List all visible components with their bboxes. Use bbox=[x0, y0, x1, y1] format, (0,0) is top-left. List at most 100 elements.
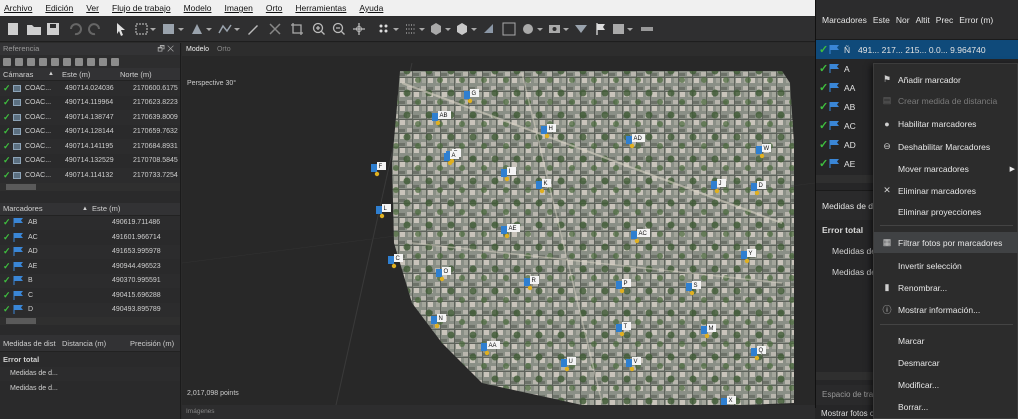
menu-delete-markers[interactable]: ✕ Eliminar marcadores bbox=[874, 180, 1018, 201]
undo-icon[interactable] bbox=[68, 22, 82, 37]
marker-row[interactable]: ✓ AD 491653.995978 bbox=[0, 244, 180, 259]
camera-row[interactable]: ✓ COAC... 490714.119964 2170623.8223 bbox=[0, 96, 180, 111]
star-icon[interactable] bbox=[51, 57, 59, 66]
menu-create-distance[interactable]: ▤ Crear medida de distancia bbox=[874, 90, 1018, 111]
check-icon[interactable]: ✓ bbox=[3, 141, 13, 152]
marker-row[interactable]: ✓ B 490370.995591 bbox=[0, 273, 180, 288]
reset-icon[interactable] bbox=[63, 57, 71, 66]
measure-row[interactable]: Medidas de d... bbox=[0, 381, 180, 396]
new-file-icon[interactable] bbox=[6, 22, 20, 37]
save-icon[interactable] bbox=[46, 22, 60, 37]
pointer-icon[interactable] bbox=[115, 22, 127, 37]
menu-flujo[interactable]: Flujo de trabajo bbox=[112, 3, 171, 13]
zoom-in-icon[interactable] bbox=[312, 22, 326, 37]
crop-icon[interactable] bbox=[290, 22, 304, 37]
navigate-icon[interactable] bbox=[352, 22, 366, 37]
open-folder-icon[interactable] bbox=[26, 22, 42, 37]
menu-herramientas[interactable]: Herramientas bbox=[295, 3, 346, 13]
check-icon[interactable]: ✓ bbox=[3, 170, 13, 181]
camera-row[interactable]: ✓ COAC... 490714.128144 2170659.7632 bbox=[0, 125, 180, 140]
menu-show-info[interactable]: ⓘ Mostrar información... bbox=[874, 299, 1018, 320]
check-icon[interactable]: ✓ bbox=[3, 304, 13, 315]
tab-ortho[interactable]: Orto bbox=[217, 46, 231, 53]
marker-flag-icon[interactable] bbox=[594, 22, 608, 37]
menu-invert-selection[interactable]: Invertir selección bbox=[874, 255, 1018, 276]
shapes-icon[interactable] bbox=[574, 22, 588, 37]
textured-icon[interactable] bbox=[456, 22, 480, 37]
menu-ayuda[interactable]: Ayuda bbox=[359, 3, 383, 13]
check-icon[interactable]: ✓ bbox=[819, 81, 829, 94]
check-icon[interactable]: ✓ bbox=[819, 43, 829, 56]
col-alt-r[interactable]: Altit bbox=[916, 15, 930, 25]
marker-row[interactable]: ✓ AC 491601.966714 bbox=[0, 230, 180, 245]
tiled-model-icon[interactable] bbox=[482, 22, 496, 37]
check-icon[interactable]: ✓ bbox=[3, 83, 13, 94]
col-north-r[interactable]: Nor bbox=[896, 15, 910, 25]
check-icon[interactable]: ✓ bbox=[3, 97, 13, 108]
layers-icon[interactable] bbox=[612, 22, 636, 37]
camera-row[interactable]: ✓ COAC... 490714.024036 2170600.6175 bbox=[0, 81, 180, 96]
marker-row-selected[interactable]: ✓ Ñ 491... 217... 215... 0.0... 9.964740 bbox=[816, 40, 1018, 59]
cameras-hscrollbar[interactable] bbox=[0, 182, 180, 191]
brush-icon[interactable] bbox=[246, 22, 260, 37]
camera-row[interactable]: ✓ COAC... 490714.138747 2170639.8009 bbox=[0, 110, 180, 125]
orthomosaic-map[interactable]: GABHEADWIAJFKDLAEACYCONRPSMTAAUQVX bbox=[182, 43, 815, 419]
col-markers[interactable]: Marcadores bbox=[0, 204, 82, 213]
shape-tool-icon[interactable] bbox=[162, 22, 186, 37]
check-icon[interactable]: ✓ bbox=[3, 246, 13, 257]
menu-delete-projections[interactable]: Eliminar proyecciones bbox=[874, 201, 1018, 222]
polygon-tool-icon[interactable] bbox=[190, 22, 214, 37]
model-viewport[interactable]: GABHEADWIAJFKDLAEACYCONRPSMTAAUQVX Model… bbox=[182, 43, 815, 419]
marker-row[interactable]: ✓ C 490415.696288 bbox=[0, 288, 180, 303]
menu-orto[interactable]: Orto bbox=[266, 3, 283, 13]
marker-row[interactable]: ✓ AB 490619.711486 bbox=[0, 215, 180, 230]
menu-mark[interactable]: Marcar bbox=[874, 330, 1018, 351]
markers-hscrollbar[interactable] bbox=[0, 317, 180, 325]
table-icon[interactable] bbox=[27, 57, 35, 66]
col-precision[interactable]: Precisión (m) bbox=[130, 339, 178, 348]
check-icon[interactable]: ✓ bbox=[3, 217, 13, 228]
points-icon[interactable] bbox=[378, 22, 402, 37]
polyline-tool-icon[interactable] bbox=[218, 22, 242, 37]
col-markers-r[interactable]: Marcadores bbox=[822, 15, 867, 25]
rect-select-icon[interactable] bbox=[135, 22, 157, 37]
settings-icon[interactable] bbox=[111, 57, 119, 66]
check-icon[interactable]: ✓ bbox=[819, 119, 829, 132]
map-marker[interactable]: F bbox=[371, 162, 386, 177]
menu-rename[interactable]: ▮ Renombrar... bbox=[874, 277, 1018, 298]
check-icon[interactable]: ✓ bbox=[3, 261, 13, 272]
grid-points-icon[interactable] bbox=[404, 22, 428, 37]
camera-view-icon[interactable] bbox=[548, 22, 572, 37]
check-icon[interactable]: ✓ bbox=[3, 290, 13, 301]
menu-modelo[interactable]: Modelo bbox=[184, 3, 212, 13]
col-prec-r[interactable]: Prec bbox=[936, 15, 953, 25]
camera-row[interactable]: ✓ COAC... 490714.141195 2170684.8931 bbox=[0, 139, 180, 154]
check-icon[interactable]: ✓ bbox=[3, 155, 13, 166]
panel-controls[interactable]: 🗗 ✕ bbox=[157, 43, 174, 55]
marker-row[interactable]: ✓ AE 490944.496523 bbox=[0, 259, 180, 274]
col-east[interactable]: Este (m) bbox=[62, 70, 120, 79]
col-marker-east[interactable]: Este (m) bbox=[92, 204, 152, 213]
show-cameras-icon[interactable] bbox=[522, 22, 546, 37]
export-icon[interactable] bbox=[15, 57, 23, 66]
import-icon[interactable] bbox=[3, 57, 11, 66]
cut-icon[interactable] bbox=[268, 22, 282, 37]
menu-ver[interactable]: Ver bbox=[86, 3, 99, 13]
check-icon[interactable]: ✓ bbox=[819, 62, 829, 75]
map-marker[interactable]: C bbox=[388, 254, 403, 269]
menu-imagen[interactable]: Imagen bbox=[224, 3, 252, 13]
check-icon[interactable]: ✓ bbox=[3, 275, 13, 286]
check-icon[interactable]: ✓ bbox=[819, 157, 829, 170]
col-measures[interactable]: Medidas de dist bbox=[0, 339, 62, 348]
camera-row[interactable]: ✓ COAC... 490714.132529 2170708.5845 bbox=[0, 154, 180, 169]
menu-disable-markers[interactable]: ⊖ Deshabilitar Marcadores bbox=[874, 136, 1018, 157]
menu-modify[interactable]: Modificar... bbox=[874, 374, 1018, 395]
images-tab[interactable]: Imágenes bbox=[182, 405, 815, 419]
view-estimated-icon[interactable] bbox=[75, 57, 83, 66]
mesh-icon[interactable] bbox=[430, 22, 454, 37]
camera-row[interactable]: ✓ COAC... 490714.114132 2170733.7254 bbox=[0, 168, 180, 183]
scroll-thumb[interactable] bbox=[6, 183, 36, 190]
dem-icon[interactable] bbox=[502, 22, 516, 37]
convert-icon[interactable] bbox=[39, 57, 47, 66]
col-north[interactable]: Norte (m) bbox=[120, 70, 168, 79]
